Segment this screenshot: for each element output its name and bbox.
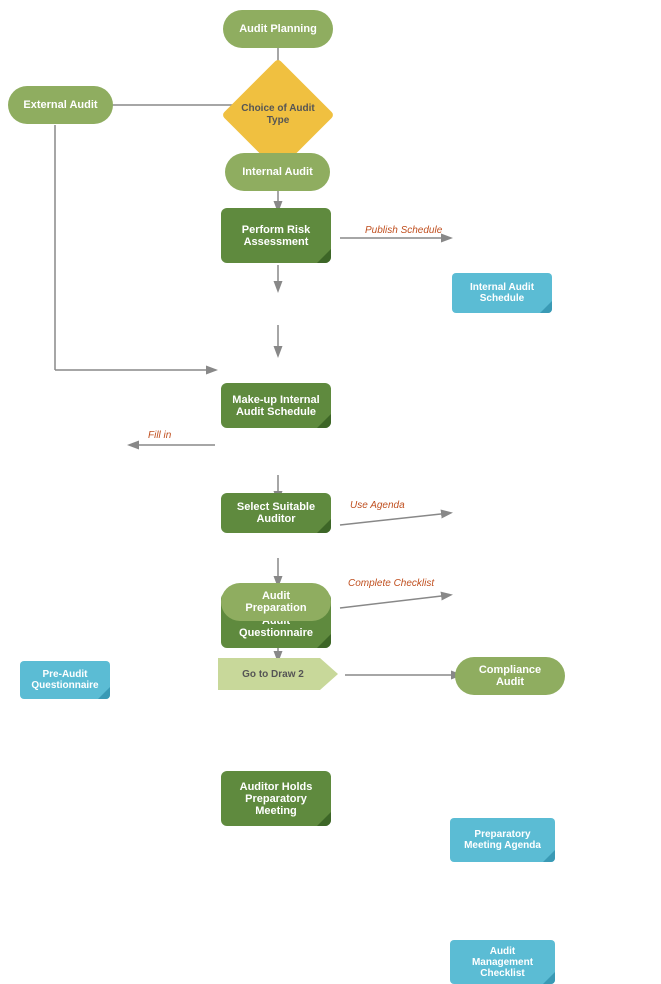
internal-audit-label: Internal Audit: [242, 166, 312, 178]
internal-audit-schedule-node: Internal Audit Schedule: [452, 273, 552, 313]
pre-audit-questionnaire-node: Pre-Audit Questionnaire: [20, 661, 110, 699]
preparatory-meeting-agenda-node: Preparatory Meeting Agenda: [450, 818, 555, 862]
go-to-draw2-label: Go to Draw 2: [242, 669, 304, 680]
audit-planning-label: Audit Planning: [239, 23, 317, 35]
fill-in-label: Fill in: [148, 430, 171, 441]
compliance-audit-node: Compliance Audit: [455, 657, 565, 695]
audit-planning-node: Audit Planning: [223, 10, 333, 48]
makeup-internal-node: Make-up Internal Audit Schedule: [221, 383, 331, 428]
perform-risk-label: Perform Risk Assessment: [229, 224, 323, 248]
internal-audit-node: Internal Audit: [225, 153, 330, 191]
auditor-holds-label: Auditor Holds Preparatory Meeting: [229, 781, 323, 817]
internal-audit-schedule-label: Internal Audit Schedule: [460, 282, 544, 304]
audit-management-checklist-label: Audit Management Checklist: [458, 946, 547, 979]
go-to-draw2-node: Go to Draw 2: [218, 658, 338, 690]
external-audit-node: External Audit: [8, 86, 113, 124]
audit-preparation-label: Audit Preparation: [231, 590, 321, 614]
complete-checklist-label: Complete Checklist: [348, 578, 434, 589]
select-suitable-label: Select Suitable Auditor: [229, 501, 323, 525]
makeup-internal-label: Make-up Internal Audit Schedule: [229, 394, 323, 418]
compliance-audit-label: Compliance Audit: [467, 664, 553, 688]
choice-audit-type-label: Choice of Audit Type: [238, 103, 318, 127]
pre-audit-questionnaire-label: Pre-Audit Questionnaire: [28, 669, 102, 691]
select-suitable-node: Select Suitable Auditor: [221, 493, 331, 533]
audit-preparation-node: Audit Preparation: [221, 583, 331, 621]
auditor-holds-node: Auditor Holds Preparatory Meeting: [221, 771, 331, 826]
flowchart: Audit Planning Choice of Audit Type Exte…: [0, 0, 661, 726]
external-audit-label: External Audit: [23, 99, 97, 111]
use-agenda-label: Use Agenda: [350, 500, 405, 511]
perform-risk-node: Perform Risk Assessment: [221, 208, 331, 263]
preparatory-meeting-agenda-label: Preparatory Meeting Agenda: [458, 829, 547, 851]
publish-schedule-label: Publish Schedule: [365, 225, 442, 236]
audit-management-checklist-node: Audit Management Checklist: [450, 940, 555, 984]
